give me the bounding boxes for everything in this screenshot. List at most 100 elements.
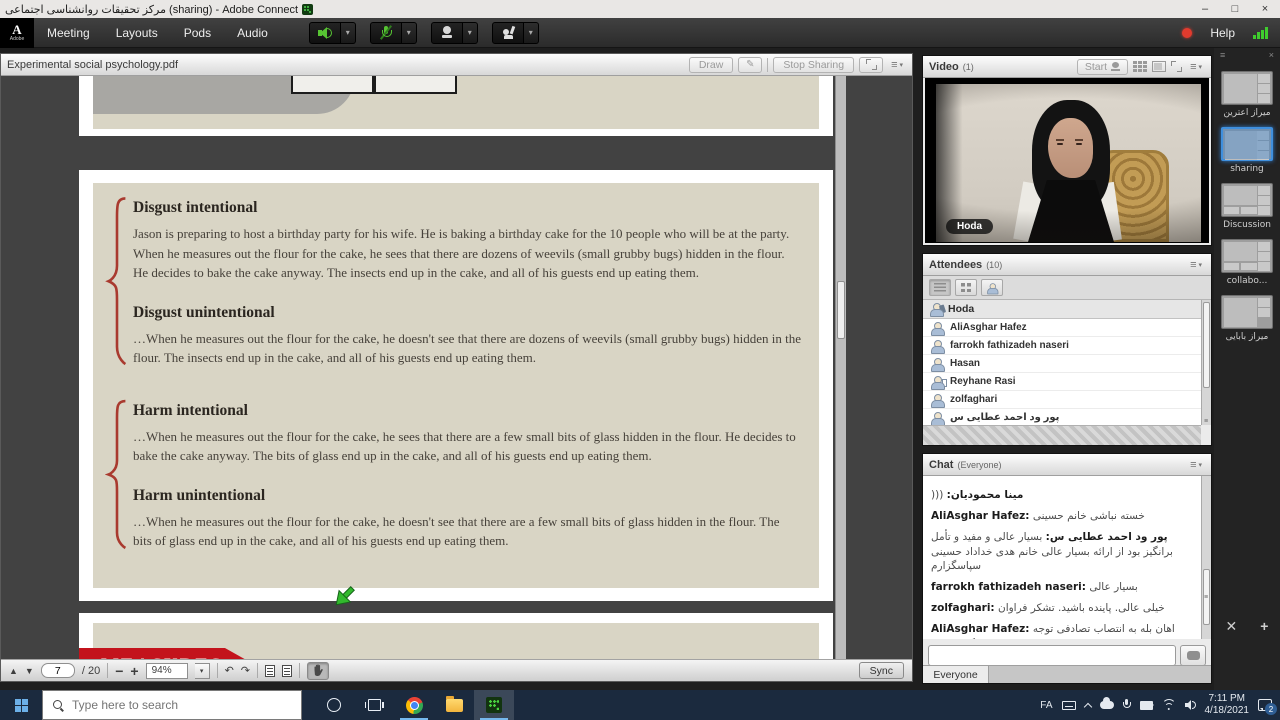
stop-sharing-button[interactable]: Stop Sharing xyxy=(773,57,854,73)
layout-options-icon[interactable]: ✕ xyxy=(1226,618,1238,635)
wifi-icon[interactable] xyxy=(1162,700,1176,710)
start-button[interactable] xyxy=(0,690,42,720)
layout-label: Discussion xyxy=(1223,220,1271,230)
right-column: Video (1) Start ≡▾ xyxy=(922,48,1212,690)
page-number-input[interactable] xyxy=(41,663,75,678)
adobe-connect-taskbar-button[interactable] xyxy=(474,690,514,720)
menu-meeting[interactable]: Meeting xyxy=(34,18,103,47)
pencil-tool-button[interactable]: ✎ xyxy=(738,57,762,73)
fullscreen-icon[interactable] xyxy=(1171,61,1182,72)
active-speaker-row[interactable]: Hoda xyxy=(923,300,1211,319)
person-icon xyxy=(931,394,943,406)
filmstrip-view-icon[interactable] xyxy=(1152,61,1166,72)
taskbar-clock[interactable]: 7:11 PM 4/18/2021 xyxy=(1205,693,1250,717)
keyboard-icon[interactable] xyxy=(1062,701,1076,710)
cortana-button[interactable] xyxy=(314,690,354,720)
attendees-pod-menu-button[interactable]: ≡▾ xyxy=(1187,259,1205,271)
start-webcam-button[interactable]: Start xyxy=(1077,59,1128,75)
attendee-row[interactable]: Reyhane Rasi xyxy=(923,373,1201,391)
chat-scrollbar[interactable]: ≡ xyxy=(1201,476,1211,639)
webcam-button[interactable] xyxy=(431,22,463,44)
layout-bar-menu-icon[interactable]: ≡ xyxy=(1220,50,1225,60)
person-icon xyxy=(931,376,943,388)
zoom-out-button[interactable]: − xyxy=(115,663,123,679)
cloud-icon[interactable] xyxy=(1100,701,1114,709)
sync-button[interactable]: Sync xyxy=(859,662,904,679)
video-pod-menu-button[interactable]: ≡▾ xyxy=(1187,61,1205,73)
speaker-dropdown[interactable]: ▾ xyxy=(341,22,356,44)
grid-view-icon[interactable] xyxy=(1133,61,1147,72)
close-button[interactable]: × xyxy=(1250,0,1280,18)
microphone-dropdown[interactable]: ▾ xyxy=(402,22,417,44)
chat-bubble-icon xyxy=(1187,651,1200,660)
rotate-right-button[interactable]: ↷ xyxy=(241,664,250,677)
attendees-toolbar xyxy=(923,276,1211,300)
attendee-grid-view-button[interactable] xyxy=(955,279,977,296)
camera-tray-icon[interactable] xyxy=(1140,701,1153,710)
microphone-muted-button[interactable] xyxy=(370,22,402,44)
hidden-icons-chevron[interactable] xyxy=(1083,702,1091,710)
menu-layouts[interactable]: Layouts xyxy=(103,18,171,47)
red-brace-decoration xyxy=(105,195,129,368)
attendee-list-view-button[interactable] xyxy=(929,279,951,296)
layout-item-sharing[interactable]: sharing xyxy=(1214,127,1280,174)
attendee-row[interactable]: farrokh fathizadeh naseri xyxy=(923,337,1201,355)
menu-audio[interactable]: Audio xyxy=(224,18,281,47)
hand-pan-tool-button[interactable] xyxy=(307,662,329,680)
share-fullscreen-button[interactable] xyxy=(859,57,883,73)
layout-item-discussion[interactable]: Discussion xyxy=(1214,183,1280,230)
red-brace-decoration xyxy=(105,398,129,551)
attendee-row[interactable]: AliAsghar Hafez xyxy=(923,319,1201,337)
pod-resize-area[interactable] xyxy=(923,425,1201,445)
layout-item-1[interactable]: میراز اعترین xyxy=(1214,71,1280,118)
search-input[interactable] xyxy=(72,698,272,712)
zoom-dropdown-button[interactable]: ▾ xyxy=(195,663,210,679)
chevron-down-icon: ▾ xyxy=(468,28,472,37)
chat-pod-menu-button[interactable]: ≡▾ xyxy=(1187,459,1205,471)
speaker-button[interactable] xyxy=(309,22,341,44)
attendees-scrollbar[interactable]: ≡ xyxy=(1201,300,1211,425)
zoom-level-value[interactable]: 94% xyxy=(146,663,188,679)
chat-message-input[interactable] xyxy=(928,645,1176,666)
language-indicator[interactable]: FA xyxy=(1040,700,1052,711)
pdf-page-previous xyxy=(79,76,833,136)
document-scrollbar-thumb[interactable] xyxy=(837,281,845,339)
attendee-status-view-button[interactable] xyxy=(981,279,1003,296)
volume-icon[interactable] xyxy=(1185,700,1196,710)
layout-bar-close-icon[interactable]: × xyxy=(1269,50,1274,60)
send-message-button[interactable] xyxy=(1180,645,1206,666)
chat-tab-everyone[interactable]: Everyone xyxy=(923,666,989,683)
chrome-taskbar-button[interactable] xyxy=(394,690,434,720)
microphone-tray-icon[interactable] xyxy=(1123,699,1131,711)
raise-hand-button[interactable] xyxy=(492,22,524,44)
help-menu[interactable]: Help xyxy=(1210,26,1235,40)
pdf-document-area[interactable]: Disgust intentional Jason is preparing t… xyxy=(1,76,912,661)
draw-button[interactable]: Draw xyxy=(689,57,734,73)
attendees-scrollbar-thumb[interactable] xyxy=(1203,302,1210,388)
maximize-button[interactable]: □ xyxy=(1220,0,1250,18)
zoom-in-button[interactable]: + xyxy=(130,663,138,679)
adobe-logo[interactable]: A Adobe xyxy=(0,18,34,48)
add-layout-icon[interactable]: + xyxy=(1260,618,1268,635)
webcam-dropdown[interactable]: ▾ xyxy=(463,22,478,44)
fit-page-button[interactable] xyxy=(265,665,275,677)
attendee-row[interactable]: Hasan xyxy=(923,355,1201,373)
fit-width-button[interactable] xyxy=(282,665,292,677)
attendee-row[interactable]: zolfaghari xyxy=(923,391,1201,409)
next-page-button[interactable]: ▼ xyxy=(25,666,34,676)
share-pod-menu-button[interactable]: ≡▾ xyxy=(888,59,906,71)
connection-signal-icon[interactable] xyxy=(1253,27,1268,39)
action-center-icon[interactable]: 2 xyxy=(1258,699,1272,711)
minimize-button[interactable]: – xyxy=(1190,0,1220,18)
layout-item-5[interactable]: میراز بابایی xyxy=(1214,295,1280,342)
document-scrollbar[interactable] xyxy=(835,76,846,661)
raise-hand-dropdown[interactable]: ▾ xyxy=(524,22,539,44)
menu-pods[interactable]: Pods xyxy=(171,18,224,47)
taskbar-search[interactable] xyxy=(42,690,302,720)
cortana-icon xyxy=(327,698,341,712)
task-view-button[interactable] xyxy=(354,690,394,720)
previous-page-button[interactable]: ▲ xyxy=(9,666,18,676)
rotate-left-button[interactable]: ↶ xyxy=(225,664,234,677)
layout-item-collaboration[interactable]: collabo... xyxy=(1214,239,1280,286)
file-explorer-button[interactable] xyxy=(434,690,474,720)
